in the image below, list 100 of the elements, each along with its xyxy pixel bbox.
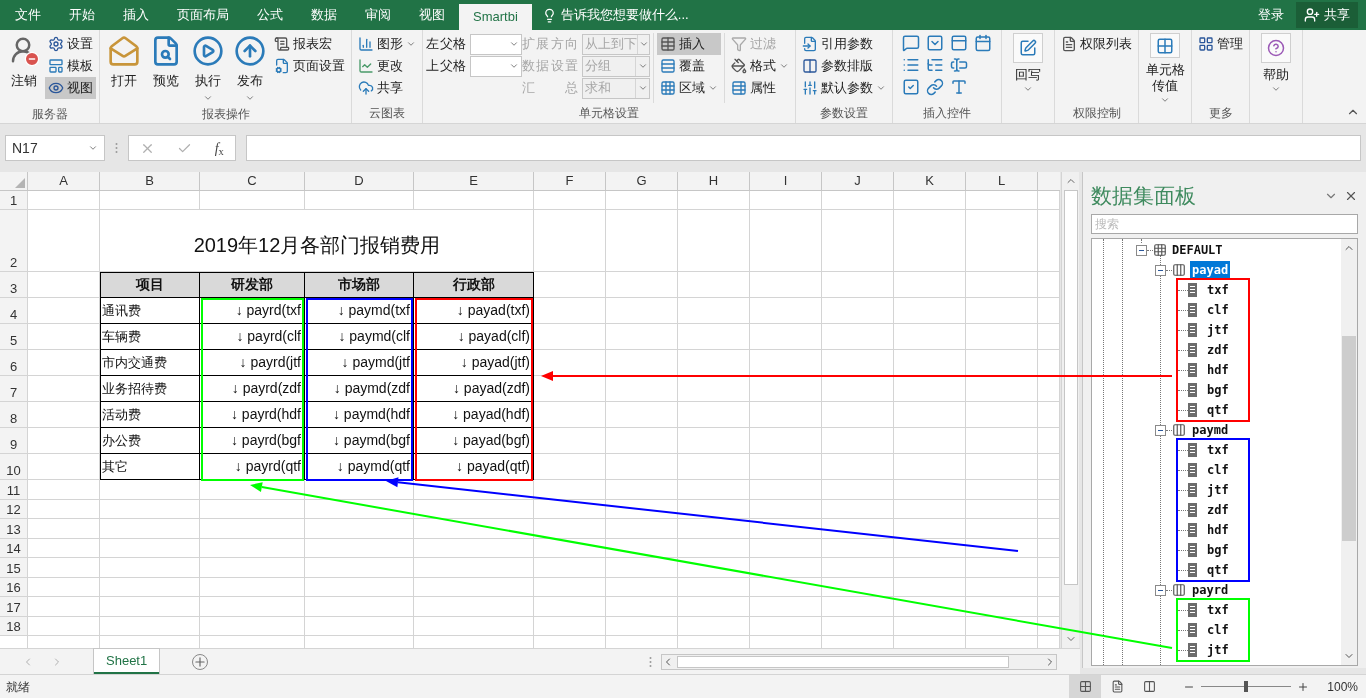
row-header[interactable]: 10 bbox=[0, 454, 28, 480]
ribbon-button[interactable]: 打开 bbox=[103, 33, 145, 105]
tell-me-field[interactable]: 告诉我您想要做什么... bbox=[560, 5, 689, 25]
ribbon-button[interactable]: 图形 bbox=[355, 33, 419, 55]
ribbon-tab[interactable]: 视图 bbox=[405, 0, 459, 30]
row-header[interactable]: 8 bbox=[0, 402, 28, 428]
tree-node[interactable]: qtf bbox=[1206, 401, 1230, 419]
tree-node[interactable]: hdf bbox=[1206, 521, 1230, 539]
tree-node[interactable]: payad bbox=[1190, 261, 1231, 279]
vertical-scrollbar[interactable] bbox=[1341, 239, 1357, 665]
tree-node[interactable]: jtf bbox=[1206, 481, 1230, 499]
row-header[interactable]: 9 bbox=[0, 428, 28, 454]
column-header[interactable]: C bbox=[200, 172, 305, 191]
ribbon-tab[interactable]: 审阅 bbox=[351, 0, 405, 30]
row-header[interactable]: 7 bbox=[0, 376, 28, 402]
row-header[interactable]: 16 bbox=[0, 577, 28, 597]
text-style-icon[interactable] bbox=[950, 78, 968, 96]
ribbon-button[interactable]: 页面设置 bbox=[271, 55, 348, 77]
combo-field[interactable] bbox=[470, 55, 522, 77]
ribbon-button[interactable]: 预览 bbox=[145, 33, 187, 105]
ribbon-button[interactable]: 参数排版 bbox=[799, 55, 889, 77]
ribbon-button[interactable]: 帮助 bbox=[1253, 33, 1299, 105]
comment-icon[interactable] bbox=[902, 34, 920, 52]
collapse-toggle[interactable] bbox=[1155, 424, 1166, 436]
zoom-slider[interactable] bbox=[1201, 680, 1292, 693]
row-header[interactable]: 14 bbox=[0, 538, 28, 558]
ribbon-tab[interactable]: 文件 bbox=[1, 0, 55, 30]
tree-node[interactable]: zdf bbox=[1206, 501, 1230, 519]
row-header[interactable]: 6 bbox=[0, 350, 28, 376]
column-header[interactable]: H bbox=[678, 172, 750, 191]
column-header[interactable]: L bbox=[966, 172, 1038, 191]
ribbon-button[interactable]: 默认参数 bbox=[799, 77, 889, 99]
ribbon-button[interactable]: 格式 bbox=[728, 55, 792, 77]
tree-node[interactable]: bgf bbox=[1206, 381, 1230, 399]
row-header[interactable]: 3 bbox=[0, 272, 28, 298]
column-header[interactable]: J bbox=[822, 172, 894, 191]
ribbon-button[interactable]: 报表宏 bbox=[271, 33, 348, 55]
collapse-toggle[interactable] bbox=[1155, 584, 1166, 596]
horizontal-scrollbar[interactable] bbox=[661, 653, 1058, 670]
ribbon-button[interactable]: 视图 bbox=[45, 77, 96, 99]
share-button[interactable]: 共享 bbox=[1296, 2, 1358, 28]
column-header[interactable]: B bbox=[100, 172, 200, 191]
column-header[interactable]: F bbox=[534, 172, 606, 191]
ribbon-button[interactable]: 引用参数 bbox=[799, 33, 889, 55]
dropdown-icon[interactable] bbox=[926, 34, 944, 52]
ribbon-button[interactable]: 区域 bbox=[657, 77, 721, 99]
row-header[interactable]: 5 bbox=[0, 324, 28, 350]
tree-node[interactable]: txf bbox=[1206, 441, 1230, 459]
ribbon-button[interactable]: 共享 bbox=[355, 77, 419, 99]
tree-node[interactable]: clf bbox=[1206, 301, 1230, 319]
vertical-scrollbar[interactable] bbox=[1061, 172, 1079, 648]
tree-node[interactable]: paymd bbox=[1190, 421, 1231, 439]
tree-node[interactable]: txf bbox=[1206, 601, 1230, 619]
row-header[interactable]: 4 bbox=[0, 298, 28, 324]
ribbon-tab[interactable]: 插入 bbox=[109, 0, 163, 30]
column-header[interactable]: D bbox=[305, 172, 414, 191]
column-header[interactable]: A bbox=[28, 172, 100, 191]
column-header[interactable]: G bbox=[606, 172, 678, 191]
tree-node[interactable]: jtf bbox=[1206, 321, 1230, 339]
row-header[interactable]: 11 bbox=[0, 480, 28, 500]
collapse-toggle[interactable] bbox=[1136, 244, 1147, 256]
column-header[interactable]: I bbox=[750, 172, 822, 191]
select-all-icon[interactable] bbox=[15, 178, 25, 188]
row-header[interactable]: 1 bbox=[0, 191, 28, 210]
row-header[interactable]: 12 bbox=[0, 499, 28, 519]
ribbon-tab[interactable]: 页面布局 bbox=[163, 0, 243, 30]
column-header[interactable]: K bbox=[894, 172, 966, 191]
tree-node[interactable]: clf bbox=[1206, 621, 1230, 639]
column-header[interactable]: E bbox=[414, 172, 534, 191]
ribbon-button[interactable]: 单元格传值 bbox=[1142, 33, 1188, 105]
sheet-tab[interactable]: Sheet1 bbox=[94, 649, 160, 674]
tree-node[interactable]: DEFAULT bbox=[1172, 241, 1223, 259]
text-input-icon[interactable] bbox=[950, 56, 968, 74]
tree-node[interactable]: payrd bbox=[1190, 581, 1231, 599]
ribbon-button[interactable]: 更改 bbox=[355, 55, 419, 77]
ribbon-button[interactable]: 覆盖 bbox=[657, 55, 721, 77]
combo-field[interactable] bbox=[470, 33, 522, 55]
ribbon-button[interactable]: 回写 bbox=[1005, 33, 1051, 105]
ribbon-button[interactable]: 属性 bbox=[728, 77, 792, 99]
ribbon-tab[interactable]: Smartbi bbox=[459, 4, 532, 30]
row-header[interactable]: 13 bbox=[0, 519, 28, 539]
collapse-toggle[interactable] bbox=[1155, 264, 1166, 276]
tree-node[interactable]: jtf bbox=[1206, 641, 1230, 659]
ribbon-button[interactable]: 插入 bbox=[657, 33, 721, 55]
row-header[interactable]: 18 bbox=[0, 616, 28, 636]
row-header[interactable]: 17 bbox=[0, 597, 28, 617]
tree-node[interactable]: qtf bbox=[1206, 561, 1230, 579]
tree-node[interactable]: zdf bbox=[1206, 341, 1230, 359]
link-icon[interactable] bbox=[926, 78, 944, 96]
row-header[interactable]: 15 bbox=[0, 558, 28, 578]
ribbon-button[interactable]: 设置 bbox=[45, 33, 96, 55]
slider-thumb[interactable] bbox=[1244, 681, 1249, 692]
row-header[interactable]: 2 bbox=[0, 210, 28, 272]
ribbon-tab[interactable]: 公式 bbox=[243, 0, 297, 30]
ribbon-button[interactable]: 发布 bbox=[229, 33, 271, 105]
ribbon-button[interactable]: 执行 bbox=[187, 33, 229, 105]
name-box[interactable]: N17 bbox=[5, 135, 105, 161]
search-field[interactable]: 搜索 bbox=[1091, 214, 1358, 234]
list-icon[interactable] bbox=[902, 56, 920, 74]
view-button[interactable] bbox=[1069, 675, 1102, 698]
